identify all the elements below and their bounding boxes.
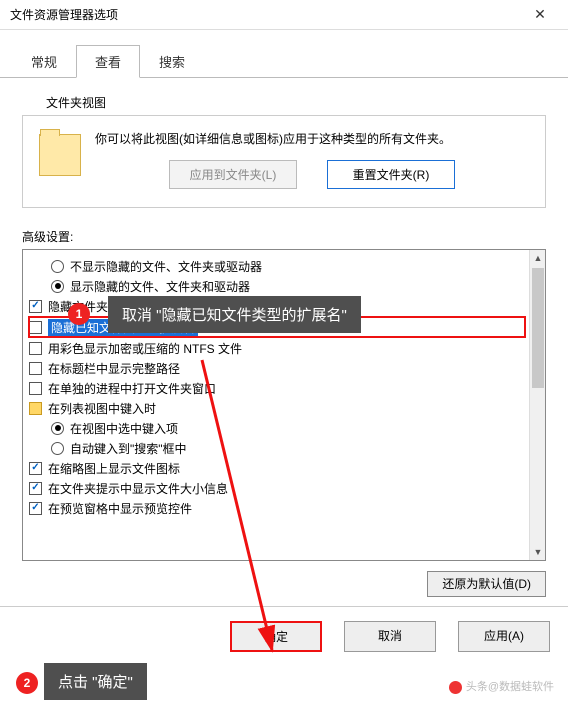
annotation-callout2: 点击 "确定" [44, 663, 147, 700]
content-area: 文件夹视图 你可以将此视图(如详细信息或图标)应用于这种类型的所有文件夹。 应用… [0, 78, 568, 592]
watermark-logo-icon [449, 681, 462, 694]
checkbox-icon[interactable] [29, 382, 42, 395]
checkbox-icon[interactable]: ✓ [29, 502, 42, 515]
setting-row[interactable]: 在视图中选中键入项 [29, 418, 545, 438]
annotation-step1-badge: 1 [68, 303, 90, 325]
setting-row[interactable]: 自动键入到"搜索"框中 [29, 438, 545, 458]
restore-defaults-button[interactable]: 还原为默认值(D) [427, 571, 546, 597]
annotation-callout1: 取消 "隐藏已知文件类型的扩展名" [108, 296, 361, 333]
folderview-label: 文件夹视图 [46, 94, 546, 111]
folderview-desc: 你可以将此视图(如详细信息或图标)应用于这种类型的所有文件夹。 [95, 130, 529, 148]
setting-label: 在标题栏中显示完整路径 [48, 360, 180, 377]
dialog-buttons: 确定 取消 应用(A) [0, 606, 568, 666]
radio-icon[interactable] [51, 422, 64, 435]
setting-row[interactable]: 用彩色显示加密或压缩的 NTFS 文件 [29, 338, 545, 358]
close-icon[interactable]: ✕ [520, 6, 560, 23]
scrollbar[interactable]: ▲ ▼ [529, 250, 545, 560]
checkbox-icon[interactable] [29, 342, 42, 355]
scroll-thumb[interactable] [532, 268, 544, 388]
folderview-group: 你可以将此视图(如详细信息或图标)应用于这种类型的所有文件夹。 应用到文件夹(L… [22, 115, 546, 208]
window-title: 文件资源管理器选项 [10, 6, 118, 23]
setting-row[interactable]: 显示隐藏的文件、文件夹和驱动器 [29, 276, 545, 296]
checkbox-icon[interactable]: ✓ [29, 300, 42, 313]
advanced-label: 高级设置: [22, 228, 546, 245]
radio-icon[interactable] [51, 280, 64, 293]
apply-button[interactable]: 应用(A) [458, 621, 550, 652]
radio-icon[interactable] [51, 260, 64, 273]
checkbox-icon[interactable] [29, 362, 42, 375]
setting-label: 显示隐藏的文件、文件夹和驱动器 [70, 278, 250, 295]
tab-strip: 常规 查看 搜索 [0, 30, 568, 78]
folder-icon [39, 134, 81, 176]
setting-label: 在缩略图上显示文件图标 [48, 460, 180, 477]
setting-label: 自动键入到"搜索"框中 [70, 440, 187, 457]
setting-row[interactable]: 不显示隐藏的文件、文件夹或驱动器 [29, 256, 545, 276]
watermark: 头条@数据蛙软件 [445, 677, 558, 695]
apply-to-folders-button: 应用到文件夹(L) [169, 160, 297, 189]
setting-label: 用彩色显示加密或压缩的 NTFS 文件 [48, 340, 242, 357]
setting-row[interactable]: 在单独的进程中打开文件夹窗口 [29, 378, 545, 398]
tab-general[interactable]: 常规 [12, 45, 76, 78]
setting-label: 在单独的进程中打开文件夹窗口 [48, 380, 216, 397]
setting-label: 在列表视图中键入时 [48, 400, 156, 417]
annotation-step2-badge: 2 [16, 672, 38, 694]
setting-label: 在预览窗格中显示预览控件 [48, 500, 192, 517]
setting-row[interactable]: 在标题栏中显示完整路径 [29, 358, 545, 378]
setting-row[interactable]: 在列表视图中键入时 [29, 398, 545, 418]
checkbox-icon[interactable] [29, 321, 42, 334]
reset-folders-button[interactable]: 重置文件夹(R) [327, 160, 455, 189]
ok-button[interactable]: 确定 [230, 621, 322, 652]
titlebar: 文件资源管理器选项 ✕ [0, 0, 568, 30]
tab-search[interactable]: 搜索 [140, 45, 204, 78]
setting-label: 在视图中选中键入项 [70, 420, 178, 437]
checkbox-icon[interactable]: ✓ [29, 462, 42, 475]
scroll-down-icon[interactable]: ▼ [530, 544, 546, 560]
setting-label: 在文件夹提示中显示文件大小信息 [48, 480, 228, 497]
tab-view[interactable]: 查看 [76, 45, 140, 78]
setting-row[interactable]: ✓ 在预览窗格中显示预览控件 [29, 498, 545, 518]
cancel-button[interactable]: 取消 [344, 621, 436, 652]
radio-icon[interactable] [51, 442, 64, 455]
scroll-up-icon[interactable]: ▲ [530, 250, 546, 266]
setting-row[interactable]: ✓ 在文件夹提示中显示文件大小信息 [29, 478, 545, 498]
checkbox-icon[interactable]: ✓ [29, 482, 42, 495]
setting-row[interactable]: ✓ 在缩略图上显示文件图标 [29, 458, 545, 478]
folder-node-icon [29, 402, 42, 415]
setting-label: 不显示隐藏的文件、文件夹或驱动器 [70, 258, 262, 275]
